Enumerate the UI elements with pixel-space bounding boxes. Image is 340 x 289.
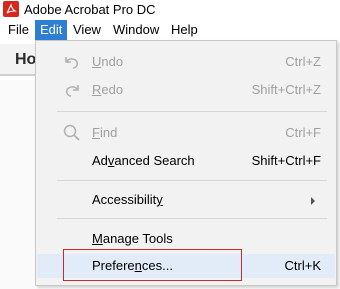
tab-home-label: Ho bbox=[15, 51, 37, 68]
edit-menu-dropdown: Undo Ctrl+Z Redo Shift+Ctrl+Z Find Ctrl+… bbox=[35, 40, 337, 286]
menu-item-label: Advanced Search bbox=[92, 153, 195, 168]
menu-item-manage-tools[interactable]: Manage Tools bbox=[37, 227, 335, 251]
tab-home[interactable]: Ho bbox=[0, 44, 40, 76]
search-icon bbox=[62, 123, 82, 143]
menu-item-accessibility[interactable]: Accessibility bbox=[37, 188, 335, 212]
menu-item-advanced-search[interactable]: Advanced Search Shift+Ctrl+F bbox=[37, 149, 335, 173]
menu-item-shortcut: Ctrl+F bbox=[285, 125, 321, 140]
menu-item-shortcut: Ctrl+Z bbox=[285, 54, 321, 69]
menu-separator bbox=[57, 111, 327, 112]
background-panel bbox=[0, 80, 36, 289]
menu-item-shortcut: Shift+Ctrl+F bbox=[251, 153, 321, 168]
menu-item-label: Undo bbox=[92, 54, 124, 69]
menu-view[interactable]: View bbox=[68, 20, 106, 40]
menu-item-label: Accessibility bbox=[92, 192, 163, 207]
menu-item-label: Find bbox=[92, 125, 118, 140]
menu-window[interactable]: Window bbox=[108, 20, 164, 40]
menu-item-shortcut: Shift+Ctrl+Z bbox=[251, 82, 321, 97]
menu-separator bbox=[57, 218, 327, 219]
menu-item-label: Redo bbox=[92, 82, 124, 97]
menu-item-undo[interactable]: Undo Ctrl+Z bbox=[37, 50, 335, 74]
menu-edit[interactable]: Edit bbox=[35, 20, 68, 40]
menu-item-redo[interactable]: Redo Shift+Ctrl+Z bbox=[37, 78, 335, 102]
redo-icon bbox=[62, 80, 82, 100]
menu-item-label: Manage Tools bbox=[92, 231, 173, 246]
preferences-focus-outline bbox=[63, 249, 242, 281]
menu-help[interactable]: Help bbox=[166, 20, 203, 40]
acrobat-logo-icon bbox=[3, 1, 19, 17]
title-bar: Adobe Acrobat Pro DC bbox=[0, 0, 340, 20]
menu-item-shortcut: Ctrl+K bbox=[284, 258, 321, 273]
menu-file[interactable]: File bbox=[3, 20, 34, 40]
menu-item-find[interactable]: Find Ctrl+F bbox=[37, 121, 335, 145]
menu-separator bbox=[57, 180, 327, 181]
undo-icon bbox=[62, 52, 82, 72]
menu-bar: File Edit View Window Help bbox=[0, 20, 340, 40]
submenu-arrow-icon bbox=[311, 197, 315, 205]
window-title: Adobe Acrobat Pro DC bbox=[24, 2, 156, 17]
